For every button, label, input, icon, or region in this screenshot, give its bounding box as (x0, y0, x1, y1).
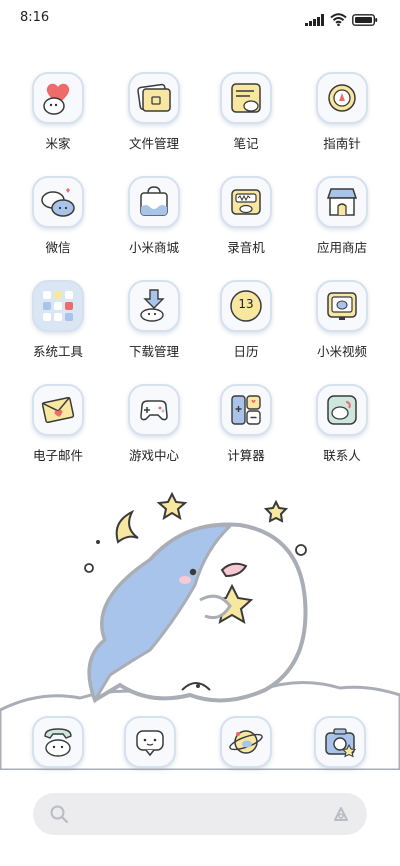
app-label: 下载管理 (128, 344, 179, 359)
app-compass[interactable]: 指南针 (296, 72, 388, 152)
heart-cloud-icon (32, 72, 84, 124)
battery-icon (352, 11, 378, 30)
app-notes[interactable]: 笔记 (200, 72, 292, 152)
calendar-date: 13 (238, 297, 254, 311)
app-wechat[interactable]: 微信 (12, 176, 104, 256)
notepad-icon (220, 72, 272, 124)
browser-planet-icon (220, 716, 272, 768)
app-label: 微信 (45, 240, 71, 255)
app-label: 联系人 (323, 448, 361, 463)
contacts-icon (316, 384, 368, 436)
signal-icon (305, 11, 325, 30)
dock-app-camera[interactable] (310, 716, 370, 768)
envelope-icon (32, 384, 84, 436)
app-mijia[interactable]: 米家 (12, 72, 104, 152)
app-email[interactable]: 电子邮件 (12, 384, 104, 464)
app-label: 系统工具 (32, 344, 83, 359)
camera-icon (314, 716, 366, 768)
phone-icon (32, 716, 84, 768)
app-label: 指南针 (323, 136, 361, 151)
app-label: 日历 (233, 344, 259, 359)
status-bar: 8:16 (0, 0, 400, 34)
app-app-store[interactable]: 应用商店 (296, 176, 388, 256)
tv-icon (316, 280, 368, 332)
calendar-icon: 13 (220, 280, 272, 332)
download-icon (128, 280, 180, 332)
gamepad-icon (128, 384, 180, 436)
app-label: 游戏中心 (128, 448, 179, 463)
folder-icon (128, 72, 180, 124)
store-icon (316, 176, 368, 228)
app-calculator[interactable]: 计算器 (200, 384, 292, 464)
dock-app-phone[interactable] (28, 716, 88, 768)
app-label: 小米视频 (316, 344, 367, 359)
app-file-manager[interactable]: 文件管理 (108, 72, 200, 152)
search-icon[interactable] (49, 804, 69, 828)
wifi-icon (330, 11, 347, 30)
assistant-icon[interactable] (331, 804, 351, 828)
folder-grid-icon (32, 280, 84, 332)
calculator-icon (220, 384, 272, 436)
app-calendar[interactable]: 13 日历 (200, 280, 292, 360)
app-label: 计算器 (227, 448, 265, 463)
app-label: 米家 (45, 136, 71, 151)
app-label: 小米商城 (128, 240, 179, 255)
app-system-tools[interactable]: 系统工具 (12, 280, 104, 360)
app-mi-video[interactable]: 小米视频 (296, 280, 388, 360)
message-icon (124, 716, 176, 768)
app-contacts[interactable]: 联系人 (296, 384, 388, 464)
app-game-center[interactable]: 游戏中心 (108, 384, 200, 464)
chat-bubbles-icon (32, 176, 84, 228)
app-label: 应用商店 (316, 240, 367, 255)
dock-app-messages[interactable] (120, 716, 180, 768)
dock-app-browser[interactable] (216, 716, 276, 768)
compass-icon (316, 72, 368, 124)
search-bar[interactable] (33, 793, 367, 835)
status-time: 8:16 (20, 10, 50, 25)
app-recorder[interactable]: 录音机 (200, 176, 292, 256)
app-label: 文件管理 (128, 136, 179, 151)
app-label: 电子邮件 (32, 448, 83, 463)
app-label: 笔记 (233, 136, 259, 151)
shopping-bag-icon (128, 176, 180, 228)
app-label: 录音机 (227, 240, 265, 255)
status-icons (305, 11, 378, 30)
app-mi-store[interactable]: 小米商城 (108, 176, 200, 256)
app-downloads[interactable]: 下载管理 (108, 280, 200, 360)
recorder-icon (220, 176, 272, 228)
